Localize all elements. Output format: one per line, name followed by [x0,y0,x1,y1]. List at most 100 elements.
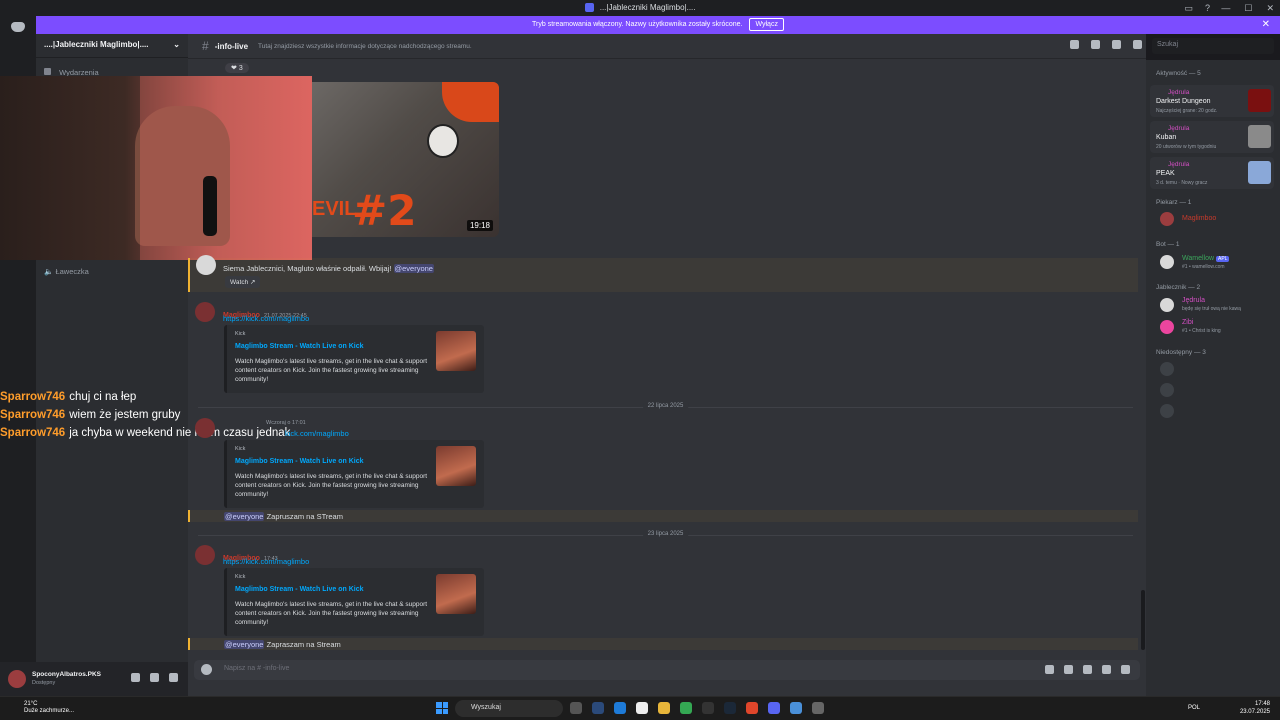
bot-badge: APL [1215,256,1230,262]
watch-button[interactable]: Watch ↗ [225,276,261,288]
header-toolbar [1070,40,1142,49]
member-wamellow[interactable]: Wamellow APL [1182,255,1230,262]
member-zibi[interactable]: Zibi [1182,319,1193,326]
avatar[interactable] [195,545,215,565]
system-clock[interactable]: 17:48 23.07.2025 [1240,700,1270,716]
reaction-count: 3 [238,65,243,72]
role-header-bot: Bot — 1 [1156,241,1180,248]
app-icon[interactable] [746,702,758,714]
app-icon[interactable] [592,702,604,714]
start-icon[interactable] [436,702,448,714]
avatar[interactable] [1160,404,1174,418]
embed-thumbnail[interactable] [436,574,476,614]
avatar[interactable] [1160,255,1174,269]
maximize-icon[interactable]: ☐ [1244,0,1252,16]
activity-card[interactable]: Jędrula Kuban 20 utworów w tym tygodniu [1150,121,1274,153]
channel-name: -info-live [214,41,249,51]
embed-thumbnail[interactable] [436,446,476,486]
chat-scrollbar[interactable] [1141,590,1145,650]
everyone-mention[interactable]: @everyone [224,640,265,649]
microphone [203,176,217,236]
activity-card[interactable]: Jędrula Darkest Dungeon Najczęściej gran… [1150,85,1274,117]
member-list [1146,60,1280,696]
emoji-icon[interactable] [1102,665,1111,674]
weather-widget[interactable]: 21°C Duże zachmurze... [24,701,74,715]
avatar[interactable] [1160,320,1174,334]
embed-title[interactable]: Maglimbo Stream - Watch Live on Kick [235,586,364,593]
gif-icon[interactable] [1064,665,1073,674]
help-icon[interactable]: ? [1205,0,1210,16]
gift-icon[interactable] [1045,665,1054,674]
folder-icon[interactable] [658,702,670,714]
everyone-mention[interactable]: @everyone [224,512,265,521]
discord-taskbar-icon[interactable] [768,702,780,714]
avatar[interactable] [1160,362,1174,376]
activity-user: Jędrula [1168,125,1190,132]
minimize-icon[interactable]: — [1221,0,1230,16]
mic-icon[interactable] [131,673,140,682]
avatar[interactable] [196,255,216,275]
app-icon[interactable] [702,702,714,714]
username[interactable]: SpoconyAlbatros.PKS [32,671,101,678]
message-input[interactable]: Napisz na # -info-live [194,660,1140,680]
app-icon[interactable] [614,702,626,714]
composer-channel: -info-live [262,665,290,672]
threads-icon[interactable] [1070,40,1079,49]
taskbar-search[interactable]: Wyszukaj [455,700,563,717]
embed-title[interactable]: Maglimbo Stream - Watch Live on Kick [235,458,364,465]
embed-title[interactable]: Maglimbo Stream - Watch Live on Kick [235,343,364,350]
everyone-mention[interactable]: @everyone [393,264,434,273]
message-time: Wczoraj o 17:01 [266,420,306,426]
role-header-offline: Niedostępny — 3 [1156,349,1206,356]
embed-thumbnail[interactable] [436,331,476,371]
disable-streamer-mode-button[interactable]: Wyłącz [749,18,784,31]
avatar[interactable] [1160,298,1174,312]
apps-icon[interactable] [1121,665,1130,674]
settings-gear-icon[interactable] [169,673,178,682]
chrome-icon[interactable] [680,702,692,714]
kick-link[interactable]: https://kick.com/maglimbo [223,314,309,323]
reaction-heart[interactable]: ❤ 3 [225,63,249,73]
date-label: 23 lipca 2025 [642,531,689,537]
avatar[interactable] [1160,383,1174,397]
avatar[interactable] [8,670,26,688]
avatar[interactable] [195,302,215,322]
video-thumbnail[interactable]: EVIL #2 19:18 [312,82,499,237]
server-header[interactable]: ....|Jableczniki Maglimbo|.... ⌄ [36,34,188,58]
bell-icon[interactable] [1091,40,1100,49]
members-icon[interactable] [1133,40,1142,49]
voice-channel-laweczka[interactable]: 🔈 Ławeczka [44,267,89,276]
search-input[interactable]: Szukaj [1152,38,1274,54]
member-jedrula[interactable]: Jędrula [1182,297,1205,304]
activity-game: Kuban [1156,134,1177,141]
activity-card[interactable]: Jędrula PEAK 3 d. temu · Nowy gracz [1150,157,1274,189]
pin-icon[interactable] [1112,40,1121,49]
app-icon[interactable] [570,702,582,714]
kick-link[interactable]: kick.com/maglimbo [285,429,349,438]
app-icon[interactable] [812,702,824,714]
app-icon[interactable] [636,702,648,714]
avatar[interactable] [1160,212,1174,226]
headphones-icon[interactable] [150,673,159,682]
streamer-mode-banner: Tryb streamowania włączony. Nazwy użytko… [36,16,1280,34]
language-indicator[interactable]: POL [1188,705,1200,711]
weather-text: Duże zachmurze... [24,708,75,714]
app-icon[interactable] [790,702,802,714]
server-name: ....|Jableczniki Maglimbo|.... [44,40,149,49]
inbox-icon[interactable]: ▭ [1184,0,1193,16]
steam-icon[interactable] [724,702,736,714]
close-icon[interactable]: ✕ [1266,0,1274,16]
discord-home-icon[interactable] [11,22,25,32]
kick-link[interactable]: https://kick.com/maglimbo [223,557,309,566]
add-attachment-icon[interactable] [201,664,212,675]
hash-icon: # [202,39,209,53]
sticker-icon[interactable] [1083,665,1092,674]
activity-user: Jędrula [1168,161,1190,168]
member-maglimboo[interactable]: Maglimboo [1182,215,1216,222]
embed-provider: Kick [235,331,246,337]
activity-header: Aktywność — 5 [1156,70,1201,77]
role-header-jablecznik: Jablecznik — 2 [1156,284,1201,291]
banner-close-icon[interactable]: ✕ [1262,16,1270,34]
avatar[interactable] [195,418,215,438]
embed-description: Watch Maglimbo's latest live streams, ge… [235,601,428,626]
